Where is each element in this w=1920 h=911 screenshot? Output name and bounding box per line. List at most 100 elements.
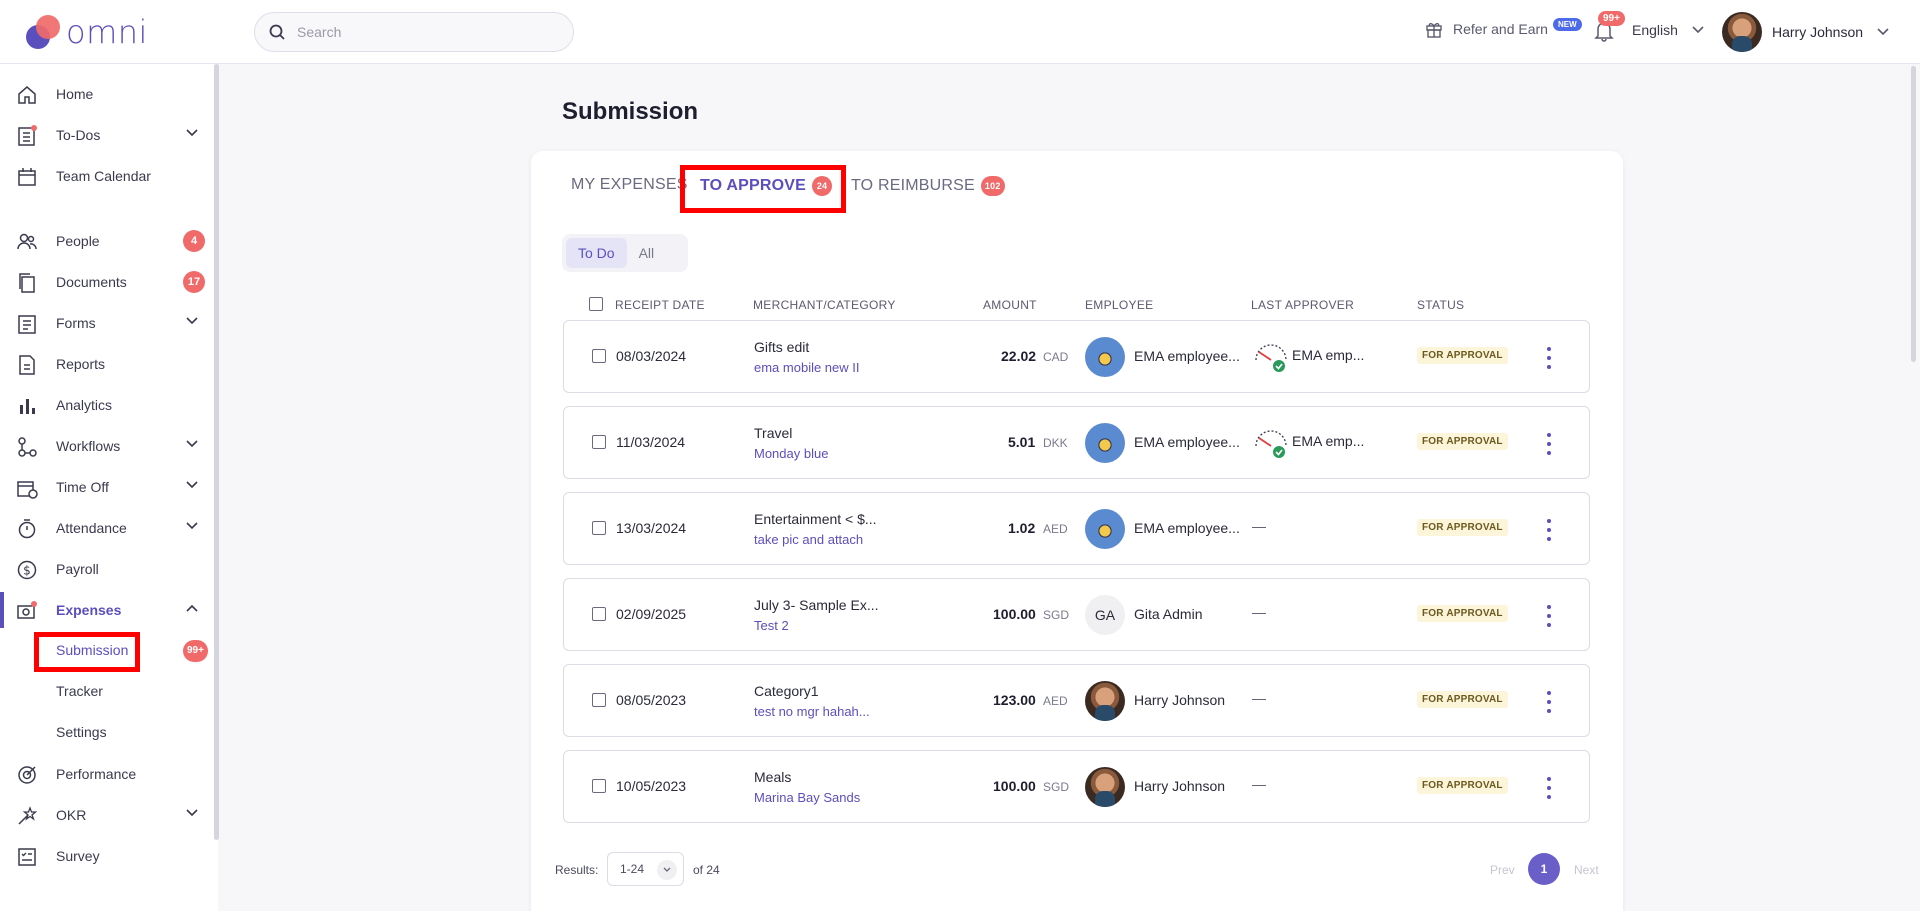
workflows-icon [18,437,37,457]
employee-avatar [1085,681,1125,721]
more-options-icon[interactable] [1545,519,1553,541]
sidebar-item-team-calendar[interactable]: Team Calendar [0,158,214,194]
chevron-down-icon [186,440,198,448]
tab-to-reimburse[interactable]: TO REIMBURSE 102 [851,176,1005,196]
documents-count-badge: 17 [183,271,205,293]
receipt-date: 08/05/2023 [616,692,687,708]
documents-icon [19,273,35,293]
home-icon [18,86,36,104]
sidebar-item-analytics[interactable]: Analytics [0,387,214,423]
row-checkbox[interactable] [592,607,606,621]
results-per-page-select[interactable]: 1-24 [607,852,684,886]
reports-icon [19,355,35,375]
sidebar-item-forms[interactable]: Forms [0,305,214,341]
approver-gauge-icon [1255,430,1287,458]
table-row[interactable]: 13/03/2024 Entertainment < $... take pic… [563,492,1590,565]
sidebar-item-performance[interactable]: Performance [0,756,214,792]
survey-icon [18,848,36,866]
approver-empty: — [1252,518,1266,534]
refer-and-earn-link[interactable]: Refer and Earn NEW [1425,17,1582,38]
col-last-approver[interactable]: LAST APPROVER [1251,298,1354,312]
receipt-date: 10/05/2023 [616,778,687,794]
table-row[interactable]: 11/03/2024 Travel Monday blue 5.01 DKK E… [563,406,1590,479]
category: Marina Bay Sands [754,790,861,805]
merchant: Gifts edit [754,339,810,355]
filter-all[interactable]: All [627,238,667,268]
col-merchant-category[interactable]: MERCHANT/CATEGORY [753,298,896,312]
more-options-icon[interactable] [1545,347,1553,369]
sidebar-item-attendance[interactable]: Attendance [0,510,214,546]
sidebar-scrollbar[interactable] [214,64,219,840]
sidebar-item-workflows[interactable]: Workflows [0,428,214,464]
search-box[interactable] [254,12,574,52]
employee-avatar [1085,423,1125,463]
tab-my-expenses[interactable]: MY EXPENSES [571,176,688,194]
currency: SGD [1043,780,1070,794]
filter-toggle: To Do All [562,234,688,272]
employee-name: EMA employee... [1134,520,1240,536]
select-all-checkbox[interactable] [589,297,603,314]
amount: 5.01 [1008,434,1036,450]
sidebar-item-documents[interactable]: Documents 17 [0,264,214,300]
col-employee[interactable]: EMPLOYEE [1085,298,1153,312]
todos-icon [18,125,37,146]
row-checkbox[interactable] [592,779,606,793]
table-row[interactable]: 10/05/2023 Meals Marina Bay Sands 100.00… [563,750,1590,823]
merchant: Entertainment < $... [754,511,877,527]
chevron-down-icon [186,522,198,530]
table-row[interactable]: 08/05/2023 Category1 test no mgr hahah..… [563,664,1590,737]
row-checkbox[interactable] [592,521,606,535]
col-amount[interactable]: AMOUNT [983,298,1037,312]
chevron-down-icon [186,317,198,325]
pagination-next[interactable]: Next [1574,863,1599,877]
sidebar-item-reports[interactable]: Reports [0,346,214,382]
omni-logo[interactable]: omni [22,12,148,52]
sidebar-item-todos[interactable]: To-Dos [0,117,214,153]
status-badge: FOR APPROVAL [1417,777,1508,794]
col-status[interactable]: STATUS [1417,298,1464,312]
chevron-down-icon [657,860,677,880]
table-row[interactable]: 08/03/2024 Gifts edit ema mobile new II … [563,320,1590,393]
results-range: 1-24 [620,862,645,876]
category: Monday blue [754,446,829,461]
search-input[interactable] [297,24,557,40]
more-options-icon[interactable] [1545,605,1553,627]
filter-todo[interactable]: To Do [566,238,627,268]
sidebar-subitem-settings[interactable]: Settings [56,724,107,740]
approver-gauge-icon [1255,344,1287,372]
more-options-icon[interactable] [1545,433,1553,455]
more-options-icon[interactable] [1545,777,1553,799]
row-checkbox[interactable] [592,693,606,707]
sidebar-item-label: People [56,233,100,249]
category: Test 2 [754,618,789,633]
sidebar-item-time-off[interactable]: Time Off [0,469,214,505]
currency: AED [1043,694,1068,708]
sidebar-item-label: Attendance [56,520,127,536]
row-checkbox[interactable] [592,349,606,363]
user-menu[interactable]: Harry Johnson [1722,12,1889,52]
language-selector[interactable]: English [1632,22,1704,38]
sidebar-subitem-tracker[interactable]: Tracker [56,683,103,699]
sidebar-item-survey[interactable]: Survey [0,838,214,874]
merchant: Travel [754,425,793,441]
top-bar: omni Refer and Earn NEW 99+ English Harr… [0,0,1920,64]
sidebar-item-expenses[interactable]: Expenses [0,592,214,628]
pagination-prev[interactable]: Prev [1490,863,1515,877]
sidebar-item-people[interactable]: People 4 [0,223,214,259]
table-row[interactable]: 02/09/2025 July 3- Sample Ex... Test 2 1… [563,578,1590,651]
sidebar-item-payroll[interactable]: $ Payroll [0,551,214,587]
col-receipt-date[interactable]: RECEIPT DATE [615,298,705,312]
pagination-page-1[interactable]: 1 [1528,853,1560,885]
receipt-date: 02/09/2025 [616,606,687,622]
submission-count-badge: 99+ [183,640,208,662]
sidebar-item-label: Team Calendar [56,168,151,184]
svg-text:$: $ [23,564,31,578]
main-scrollbar[interactable] [1911,66,1916,362]
row-checkbox[interactable] [592,435,606,449]
sidebar-item-home[interactable]: Home [0,76,214,112]
employee-name: Harry Johnson [1134,692,1226,708]
page-title: Submission [562,98,699,125]
sidebar-item-okr[interactable]: OKR [0,797,214,833]
more-options-icon[interactable] [1545,691,1553,713]
receipt-date: 13/03/2024 [616,520,687,536]
